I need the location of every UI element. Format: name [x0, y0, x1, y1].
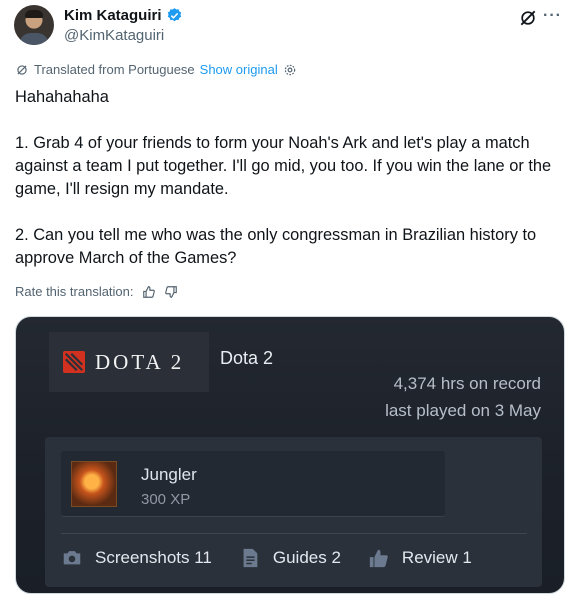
- guides-label[interactable]: Guides 2: [273, 548, 341, 568]
- tweet-paragraph: 1. Grab 4 of your friends to form your N…: [15, 134, 552, 198]
- tweet-line: Hahahahaha: [15, 88, 109, 106]
- thumbs-up-icon[interactable]: [142, 285, 156, 299]
- translation-notice: Translated from Portuguese Show original: [15, 62, 297, 77]
- settings-gear-icon[interactable]: [283, 63, 297, 77]
- hours-on-record: 4,374 hrs on record: [393, 374, 541, 393]
- game-title[interactable]: Dota 2: [220, 348, 273, 369]
- grok-icon[interactable]: [518, 8, 538, 28]
- camera-icon: [63, 551, 81, 565]
- guides-link[interactable]: Guides 2: [239, 547, 341, 569]
- dota-emblem-icon: [63, 351, 85, 373]
- show-original-link[interactable]: Show original: [200, 62, 278, 77]
- achievement-item[interactable]: Jungler 300 XP: [61, 451, 445, 517]
- stats-row: Screenshots 11 Guides 2 Review 1: [61, 547, 499, 569]
- achievement-xp: 300 XP: [141, 491, 191, 508]
- review-link[interactable]: Review 1: [368, 547, 472, 569]
- author-name[interactable]: Kim Kataguiri: [64, 7, 183, 24]
- rate-label: Rate this translation:: [15, 284, 134, 299]
- rate-translation: Rate this translation:: [15, 284, 178, 299]
- author-handle[interactable]: @KimKataguiri: [64, 27, 164, 44]
- avatar[interactable]: [14, 5, 54, 45]
- translate-icon: [17, 64, 27, 75]
- last-played: last played on 3 May: [385, 401, 541, 420]
- achievement-icon: [71, 461, 117, 507]
- screenshots-link[interactable]: Screenshots 11: [61, 547, 212, 569]
- thumb-review-icon: [369, 549, 388, 568]
- achievement-name: Jungler: [141, 465, 197, 484]
- thumbs-down-icon[interactable]: [164, 285, 178, 299]
- tweet-paragraph: 2. Can you tell me who was the only cong…: [15, 226, 537, 267]
- logo-text: DOTA 2: [95, 349, 185, 374]
- author-name-text[interactable]: Kim Kataguiri: [64, 7, 162, 24]
- verified-badge-icon: [167, 8, 181, 22]
- review-label[interactable]: Review 1: [402, 548, 472, 568]
- document-icon: [243, 548, 258, 568]
- more-icon[interactable]: ···: [543, 7, 562, 25]
- tweet-text: Hahahahaha 1. Grab 4 of your friends to …: [15, 86, 563, 270]
- divider: [61, 533, 527, 534]
- game-logo[interactable]: DOTA 2: [49, 332, 209, 392]
- steam-game-card[interactable]: DOTA 2 Dota 2 4,374 hrs on record last p…: [15, 316, 565, 594]
- screenshots-label[interactable]: Screenshots 11: [95, 548, 212, 568]
- translated-label: Translated from Portuguese: [34, 62, 195, 77]
- achievement-panel: Jungler 300 XP Screenshots 11 Guides 2 R…: [45, 437, 542, 587]
